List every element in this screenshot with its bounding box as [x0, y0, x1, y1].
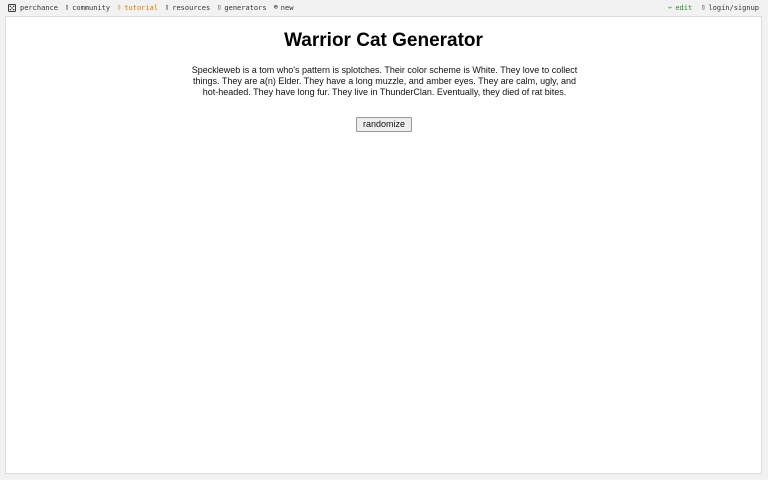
pencil-icon: ✏: [668, 3, 673, 11]
generators-icon: ▯: [217, 3, 222, 11]
nav-right: ✏ edit ▯ login/signup: [659, 0, 768, 15]
nav-item-community[interactable]: ▯ community: [65, 4, 110, 12]
top-nav-bar: perchance ▯ community ▯ tutorial ▯ resou…: [0, 0, 768, 15]
nav-brand-perchance[interactable]: perchance: [8, 4, 58, 12]
plus-circle-icon: ⊕: [273, 3, 278, 11]
nav-item-login-label: login/signup: [708, 3, 759, 12]
nav-brand-label: perchance: [20, 3, 58, 12]
nav-item-new[interactable]: ⊕ new: [274, 4, 294, 12]
nav-item-resources[interactable]: ▯ resources: [165, 4, 210, 12]
nav-item-edit-label: edit: [675, 3, 693, 12]
community-icon: ▯: [64, 3, 70, 11]
nav-item-community-label: community: [72, 3, 111, 12]
nav-item-new-label: new: [280, 3, 294, 12]
generator-card: Warrior Cat Generator Speckleweb is a to…: [5, 16, 762, 474]
randomize-button[interactable]: randomize: [356, 117, 412, 132]
dice-icon: [8, 3, 16, 12]
generated-description: Speckleweb is a tom who's pattern is spl…: [191, 65, 578, 97]
nav-item-generators[interactable]: ▯ generators: [217, 4, 266, 12]
nav-item-tutorial[interactable]: ▯ tutorial: [117, 4, 158, 12]
nav-item-generators-label: generators: [224, 3, 267, 12]
nav-left: perchance ▯ community ▯ tutorial ▯ resou…: [0, 0, 300, 15]
nav-item-resources-label: resources: [172, 3, 211, 12]
nav-item-tutorial-label: tutorial: [124, 3, 159, 12]
nav-item-login[interactable]: ▯ login/signup: [701, 4, 759, 12]
user-icon: ▯: [701, 3, 706, 11]
tutorial-icon: ▯: [117, 3, 122, 11]
resources-icon: ▯: [165, 3, 170, 11]
nav-item-edit[interactable]: ✏ edit: [668, 4, 692, 12]
page-title: Warrior Cat Generator: [284, 30, 483, 51]
